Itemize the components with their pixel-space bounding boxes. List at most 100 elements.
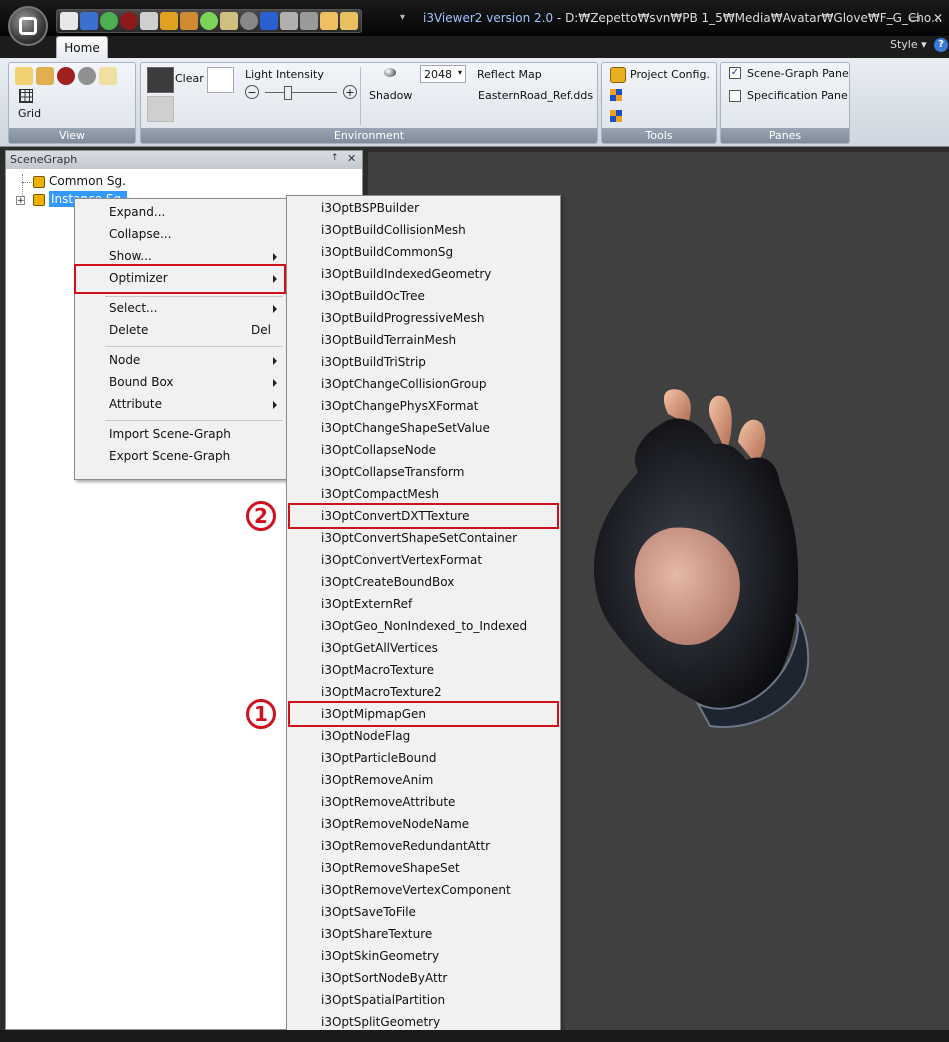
shadow-label[interactable]: Shadow: [369, 89, 412, 102]
optimizer-item[interactable]: i3OptSkinGeometry: [321, 949, 439, 963]
open-folder-icon[interactable]: [340, 12, 358, 30]
view-shade-icon[interactable]: [15, 67, 33, 85]
optimizer-item[interactable]: i3OptSortNodeByAttr: [321, 971, 447, 985]
grid-icon[interactable]: [19, 89, 33, 103]
optimizer-item[interactable]: i3OptBuildCommonSg: [321, 245, 453, 259]
pin-icon[interactable]: ↑: [331, 153, 339, 163]
optimizer-item[interactable]: i3OptSaveToFile: [321, 905, 416, 919]
light-intensity-thumb[interactable]: [284, 86, 292, 100]
optimizer-item[interactable]: i3OptCompactMesh: [321, 487, 439, 501]
green-ball-icon[interactable]: [200, 12, 218, 30]
optimizer-item[interactable]: i3OptBuildCollisionMesh: [321, 223, 466, 237]
grid-icon[interactable]: [140, 12, 158, 30]
grid-label[interactable]: Grid: [18, 107, 41, 120]
optimizer-item[interactable]: i3OptMacroTexture2: [321, 685, 442, 699]
optimizer-item[interactable]: i3OptBuildTerrainMesh: [321, 333, 456, 347]
menu-item-export-scene-graph[interactable]: Export Scene-Graph: [109, 449, 230, 463]
optimizer-item[interactable]: i3OptBuildTriStrip: [321, 355, 426, 369]
optimizer-item[interactable]: i3OptBSPBuilder: [321, 201, 419, 215]
view-sphere-icon[interactable]: [57, 67, 75, 85]
increase-light-button[interactable]: +: [343, 85, 357, 99]
checker-icon[interactable]: [260, 12, 278, 30]
sphere-green-icon[interactable]: [100, 12, 118, 30]
optimizer-item[interactable]: i3OptParticleBound: [321, 751, 436, 765]
optimizer-item[interactable]: i3OptConvertShapeSetContainer: [321, 531, 517, 545]
pane-close-icon[interactable]: ✕: [347, 152, 356, 165]
menu-item-show[interactable]: Show...: [109, 249, 152, 263]
optimizer-item[interactable]: i3OptConvertVertexFormat: [321, 553, 482, 567]
optimizer-item[interactable]: i3OptChangePhysXFormat: [321, 399, 478, 413]
optimizer-item[interactable]: i3OptBuildProgressiveMesh: [321, 311, 484, 325]
qat-dropdown-icon[interactable]: ▾: [400, 12, 405, 23]
menu-item-node[interactable]: Node: [109, 353, 140, 367]
cube-icon[interactable]: [160, 12, 178, 30]
specification-pane-label[interactable]: Specification Pane: [747, 89, 848, 102]
specification-pane-checkbox[interactable]: [729, 90, 741, 102]
wireframe-icon[interactable]: [300, 12, 318, 30]
optimizer-item[interactable]: i3OptCollapseTransform: [321, 465, 464, 479]
light-intensity-slider[interactable]: [265, 92, 337, 93]
gray-ball-icon[interactable]: [240, 12, 258, 30]
optimizer-item[interactable]: i3OptRemoveAttribute: [321, 795, 455, 809]
optimizer-item[interactable]: i3OptChangeShapeSetValue: [321, 421, 490, 435]
light-icon[interactable]: [180, 12, 198, 30]
expand-toggle-icon[interactable]: +: [16, 196, 25, 206]
close-icon[interactable]: ✕: [926, 10, 949, 26]
view-light-icon[interactable]: [36, 67, 54, 85]
shadow-icon[interactable]: [384, 68, 396, 77]
network-icon[interactable]: [280, 12, 298, 30]
menu-item-expand[interactable]: Expand...: [109, 205, 165, 219]
application-menu-button[interactable]: [8, 6, 48, 46]
menu-item-bound-box[interactable]: Bound Box: [109, 375, 174, 389]
optimizer-item[interactable]: i3OptGetAllVertices: [321, 641, 438, 655]
optimizer-item[interactable]: i3OptSpatialPartition: [321, 993, 445, 1007]
menu-item-attribute[interactable]: Attribute: [109, 397, 162, 411]
tool-checker-icon-2[interactable]: [610, 110, 622, 122]
style-menu[interactable]: Style ▾: [890, 38, 927, 51]
optimizer-item[interactable]: i3OptRemoveAnim: [321, 773, 433, 787]
help-icon[interactable]: ?: [934, 38, 948, 52]
save-icon[interactable]: [80, 12, 98, 30]
ambient-color-swatch[interactable]: [147, 96, 174, 122]
menu-item-import-scene-graph[interactable]: Import Scene-Graph: [109, 427, 231, 441]
optimizer-item[interactable]: i3OptSplitGeometry: [321, 1015, 440, 1029]
menu-item-collapse[interactable]: Collapse...: [109, 227, 171, 241]
tab-home[interactable]: Home: [56, 36, 108, 59]
clear-color-swatch[interactable]: [147, 67, 174, 93]
optimizer-item[interactable]: i3OptRemoveRedundantAttr: [321, 839, 490, 853]
new-file-icon[interactable]: [60, 12, 78, 30]
shadow-size-select[interactable]: 2048 ▾: [420, 65, 466, 83]
optimizer-item[interactable]: i3OptBuildOcTree: [321, 289, 425, 303]
optimizer-item[interactable]: i3OptCollapseNode: [321, 443, 436, 457]
optimizer-item[interactable]: i3OptGeo_NonIndexed_to_Indexed: [321, 619, 527, 633]
scene-graph-pane-label[interactable]: Scene-Graph Pane: [747, 67, 849, 80]
menu-item-delete[interactable]: Delete: [109, 323, 148, 337]
maximize-icon[interactable]: ▭: [903, 10, 927, 26]
reflect-map-file[interactable]: EasternRoad_Ref.dds: [478, 89, 593, 102]
tool-checker-icon-1[interactable]: [610, 89, 622, 101]
minimize-icon[interactable]: ‒: [878, 10, 902, 26]
project-config-icon[interactable]: [610, 67, 626, 83]
optimizer-item[interactable]: i3OptShareTexture: [321, 927, 432, 941]
scene-graph-pane-checkbox[interactable]: ✓: [729, 67, 741, 79]
reflect-map-label[interactable]: Reflect Map: [477, 68, 542, 81]
cone-icon[interactable]: [220, 12, 238, 30]
optimizer-item[interactable]: i3OptNodeFlag: [321, 729, 410, 743]
view-lamp-icon[interactable]: [99, 67, 117, 85]
optimizer-item[interactable]: i3OptMacroTexture: [321, 663, 434, 677]
optimizer-item[interactable]: i3OptExternRef: [321, 597, 412, 611]
optimizer-item[interactable]: i3OptChangeCollisionGroup: [321, 377, 486, 391]
optimizer-item[interactable]: i3OptRemoveNodeName: [321, 817, 469, 831]
project-config-label[interactable]: Project Config.: [630, 68, 710, 81]
menu-item-select[interactable]: Select...: [109, 301, 157, 315]
clear-white-swatch[interactable]: [207, 67, 234, 93]
lamp-icon[interactable]: [320, 12, 338, 30]
view-wire-icon[interactable]: [78, 67, 96, 85]
tree-node-common-sg[interactable]: Common Sg.: [33, 174, 126, 188]
optimizer-item[interactable]: i3OptRemoveVertexComponent: [321, 883, 511, 897]
optimizer-item[interactable]: i3OptRemoveShapeSet: [321, 861, 460, 875]
decrease-light-button[interactable]: −: [245, 85, 259, 99]
optimizer-item[interactable]: i3OptBuildIndexedGeometry: [321, 267, 491, 281]
optimizer-item[interactable]: i3OptCreateBoundBox: [321, 575, 454, 589]
sphere-red-icon[interactable]: [120, 12, 138, 30]
